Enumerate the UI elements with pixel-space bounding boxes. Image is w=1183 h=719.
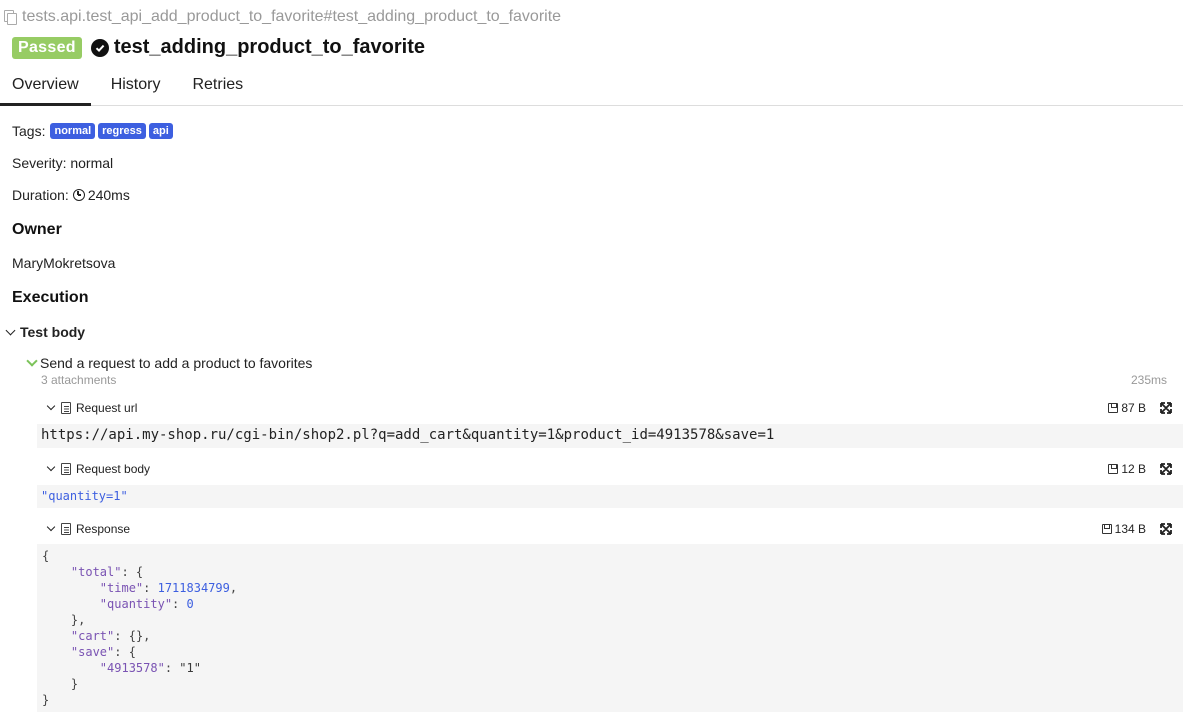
chevron-down-icon [46,401,56,411]
tab-bar: Overview History Retries [0,70,1183,106]
attachment-name: Response [76,522,131,536]
owner-name: MaryMokretsova [12,255,116,271]
expand-icon[interactable] [1160,402,1172,414]
tag-normal[interactable]: normal [50,123,96,139]
file-code-icon [61,463,71,475]
tab-retries[interactable]: Retries [180,70,255,106]
title-row: Passed test_adding_product_to_favorite [12,36,425,59]
check-circle-icon [90,38,109,57]
request-body-content: "quantity=1" [37,485,1183,508]
step-row[interactable]: Send a request to add a product to favor… [26,355,313,371]
attachment-size: 12 B [1121,462,1146,476]
attachment-name: Request url [76,401,138,415]
severity-row: Severity: normal [12,155,113,171]
duration-label: Duration: [12,187,69,203]
step-duration: 235ms [1130,373,1167,387]
json-key: "total" [70,565,122,579]
page-title: test_adding_product_to_favorite [113,36,426,58]
json-key: "quantity" [99,597,173,611]
json-key: "time" [99,581,144,595]
json-number: 1711834799 [157,581,230,595]
json-number: 0 [186,597,194,611]
chevron-down-icon [26,355,38,367]
chevron-down-icon [5,325,16,335]
download-icon[interactable] [1108,403,1119,413]
expand-icon[interactable] [1160,523,1172,535]
step-name: Send a request to add a product to favor… [40,355,313,371]
attachment-request-url[interactable]: Request url 87 B [46,401,1172,415]
clock-icon [72,189,85,201]
owner-row: MaryMokretsova [12,255,115,271]
duration-row: Duration: 240ms [12,187,130,203]
tags-label: Tags: [12,123,46,139]
breadcrumb-text: tests.api.test_api_add_product_to_favori… [22,8,562,25]
attachment-size: 134 B [1114,522,1146,536]
json-key: "4913578" [99,661,165,675]
attachment-size: 87 B [1121,401,1146,415]
tags-row: Tags: normal regress api [12,123,173,139]
request-url-content: https://api.my-shop.ru/cgi-bin/shop2.pl?… [37,424,1183,448]
duration-value: 240ms [87,187,130,203]
json-key: "save" [70,645,115,659]
tab-history[interactable]: History [99,70,173,106]
status-badge: Passed [12,36,82,59]
test-body-label: Test body [20,324,86,340]
owner-heading: Owner [12,221,62,238]
breadcrumb: tests.api.test_api_add_product_to_favori… [3,8,561,26]
download-icon[interactable] [1108,464,1119,474]
execution-heading: Execution [12,289,89,306]
chevron-down-icon [46,462,56,472]
tab-overview[interactable]: Overview [0,70,91,106]
attachment-request-body[interactable]: Request body 12 B [46,462,1172,476]
severity-text: Severity: normal [12,155,114,171]
tag-api[interactable]: api [148,123,173,139]
attachments-count: 3 attachments [41,373,117,387]
copy-icon[interactable] [3,9,18,25]
tag-regress[interactable]: regress [98,123,146,139]
file-text-icon [61,402,71,414]
json-key: "cart" [70,629,115,643]
attachment-name: Request body [76,462,151,476]
test-body-toggle[interactable]: Test body [5,324,86,340]
chevron-down-icon [46,522,56,532]
attachment-response[interactable]: Response 134 B [46,522,1172,536]
expand-icon[interactable] [1160,463,1172,475]
download-icon[interactable] [1101,524,1112,534]
response-content: { "total": { "time": 1711834799, "quanti… [37,544,1183,712]
file-code-icon [61,523,71,535]
json-string: "1" [179,661,201,675]
